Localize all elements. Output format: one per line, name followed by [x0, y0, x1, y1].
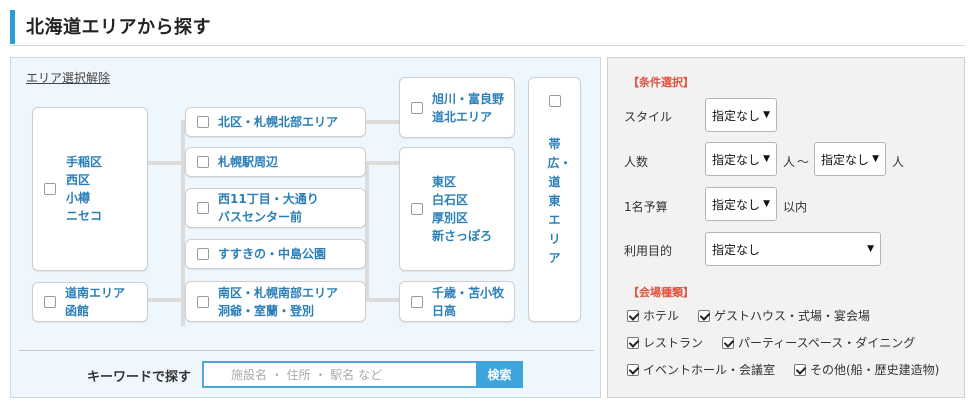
venue-type-label: イベントホール・会議室 — [643, 363, 776, 377]
people-max-value: 指定なし — [821, 152, 870, 167]
area-checkbox[interactable] — [548, 95, 561, 107]
search-button[interactable]: 検索 — [476, 361, 523, 388]
area-box-minami[interactable]: 南区・札幌南部エリア 洞爺・室蘭・登別 — [185, 281, 366, 322]
area-checkbox[interactable] — [197, 248, 209, 260]
area-label: 札幌駅周辺 — [218, 155, 279, 169]
page-header: 北海道エリアから探す — [10, 8, 965, 46]
area-box-higashi[interactable]: 東区 白石区 厚別区 新さっぽろ — [399, 147, 515, 271]
map-connector — [365, 120, 401, 124]
page-title: 北海道エリアから探す — [26, 17, 211, 38]
area-box-sapporo-eki[interactable]: 札幌駅周辺 — [185, 147, 366, 177]
venue-type-label: パーティースペース・ダイニング — [738, 336, 916, 350]
area-label: 南区・札幌南部エリア 洞爺・室蘭・登別 — [218, 285, 339, 318]
venue-type-hotel[interactable]: ホテル — [627, 307, 679, 324]
style-select[interactable]: 指定なし ▼ — [705, 98, 777, 132]
header-accent-bar — [10, 10, 15, 44]
area-checkbox[interactable] — [197, 156, 209, 168]
area-label: 北区・札幌北部エリア — [218, 115, 339, 129]
chevron-down-icon: ▼ — [763, 199, 770, 209]
clear-area-selection-link[interactable]: エリア選択解除 — [26, 69, 110, 86]
budget-unit: 以内 — [783, 200, 808, 214]
style-label: スタイル — [624, 110, 673, 124]
conditions-panel: 【条件選択】 スタイル 指定なし ▼ 人数 指定なし ▼ 人 ～ 指定なし ▼ … — [607, 57, 965, 398]
map-connector — [365, 298, 401, 302]
area-map-panel: エリア選択解除 手稲区 西区 小樽 ニセコ 道南エリア 函館 北区・札幌北部エリ… — [10, 57, 601, 398]
tilde: ～ — [797, 155, 810, 169]
area-checkbox[interactable] — [411, 295, 423, 308]
venue-type-event-hall[interactable]: イベントホール・会議室 — [627, 361, 775, 378]
budget-label: 1名予算 — [624, 200, 668, 214]
checkbox-checked[interactable] — [627, 309, 639, 322]
area-checkbox[interactable] — [411, 203, 423, 215]
chevron-down-icon: ▼ — [867, 244, 874, 254]
area-box-susukino[interactable]: すすきの・中島公園 — [185, 239, 366, 269]
area-label: 東区 白石区 厚別区 新さっぽろ — [432, 175, 493, 243]
people-min-select[interactable]: 指定なし ▼ — [705, 142, 777, 176]
venue-type-restaurant[interactable]: レストラン — [627, 334, 703, 351]
map-connector — [365, 161, 369, 301]
area-checkbox[interactable] — [197, 295, 209, 308]
style-select-value: 指定なし — [712, 108, 761, 123]
venue-type-guesthouse[interactable]: ゲストハウス・式場・宴会場 — [698, 307, 870, 324]
purpose-select-value: 指定なし — [712, 242, 761, 257]
venue-type-label: ホテル — [643, 309, 680, 323]
area-checkbox[interactable] — [197, 202, 209, 214]
area-label: すすきの・中島公園 — [218, 247, 327, 261]
area-box-kita[interactable]: 北区・札幌北部エリア — [185, 107, 366, 137]
keyword-label: キーワードで探す — [87, 370, 192, 385]
area-checkbox[interactable] — [411, 101, 423, 114]
people-unit: 人 — [892, 155, 905, 169]
area-checkbox[interactable] — [44, 183, 56, 195]
map-connector — [365, 161, 401, 165]
venue-type-label: その他(船・歴史建造物) — [810, 363, 940, 377]
keyword-search-input[interactable] — [202, 361, 476, 388]
chevron-down-icon: ▼ — [872, 154, 879, 164]
area-box-dounan[interactable]: 道南エリア 函館 — [32, 282, 148, 322]
area-box-teine[interactable]: 手稲区 西区 小樽 ニセコ — [32, 107, 148, 271]
area-label: 千歳・苫小牧 日高 — [432, 285, 505, 318]
area-box-chitose[interactable]: 千歳・苫小牧 日高 — [399, 281, 515, 322]
people-min-value: 指定なし — [712, 152, 761, 167]
venue-type-title: 【会場種類】 — [628, 286, 694, 299]
area-checkbox[interactable] — [44, 296, 56, 308]
checkbox-checked[interactable] — [722, 336, 734, 349]
area-label: 西11丁目・大通り バスセンター前 — [218, 192, 319, 224]
checkbox-checked[interactable] — [627, 363, 639, 376]
area-checkbox[interactable] — [197, 116, 209, 128]
venue-type-party-space[interactable]: パーティースペース・ダイニング — [722, 334, 915, 351]
chevron-down-icon: ▼ — [763, 154, 770, 164]
area-label: 手稲区 西区 小樽 ニセコ — [66, 155, 103, 223]
budget-select-value: 指定なし — [712, 197, 761, 212]
people-max-select[interactable]: 指定なし ▼ — [814, 142, 886, 176]
area-box-nishi11[interactable]: 西11丁目・大通り バスセンター前 — [185, 188, 366, 228]
checkbox-checked[interactable] — [794, 363, 806, 376]
people-unit: 人 — [783, 155, 796, 169]
checkbox-checked[interactable] — [698, 309, 710, 322]
venue-type-label: ゲストハウス・式場・宴会場 — [714, 309, 871, 323]
keyword-divider — [19, 350, 594, 351]
area-label: 帯広・道東エリア — [547, 137, 572, 265]
people-label: 人数 — [624, 155, 649, 169]
area-box-asahikawa[interactable]: 旭川・富良野 道北エリア — [399, 77, 515, 138]
area-label: 道南エリア 函館 — [65, 286, 126, 318]
purpose-label: 利用目的 — [624, 244, 673, 258]
map-connector — [147, 298, 185, 302]
area-label: 旭川・富良野 道北エリア — [432, 91, 505, 124]
purpose-select[interactable]: 指定なし ▼ — [705, 232, 881, 266]
conditions-title: 【条件選択】 — [628, 76, 694, 89]
venue-type-label: レストラン — [643, 336, 704, 350]
checkbox-checked[interactable] — [627, 336, 639, 349]
area-box-obihiro[interactable]: 帯広・道東エリア — [528, 77, 581, 322]
budget-select[interactable]: 指定なし ▼ — [705, 187, 777, 221]
venue-type-other[interactable]: その他(船・歴史建造物) — [794, 361, 939, 378]
chevron-down-icon: ▼ — [763, 110, 770, 120]
